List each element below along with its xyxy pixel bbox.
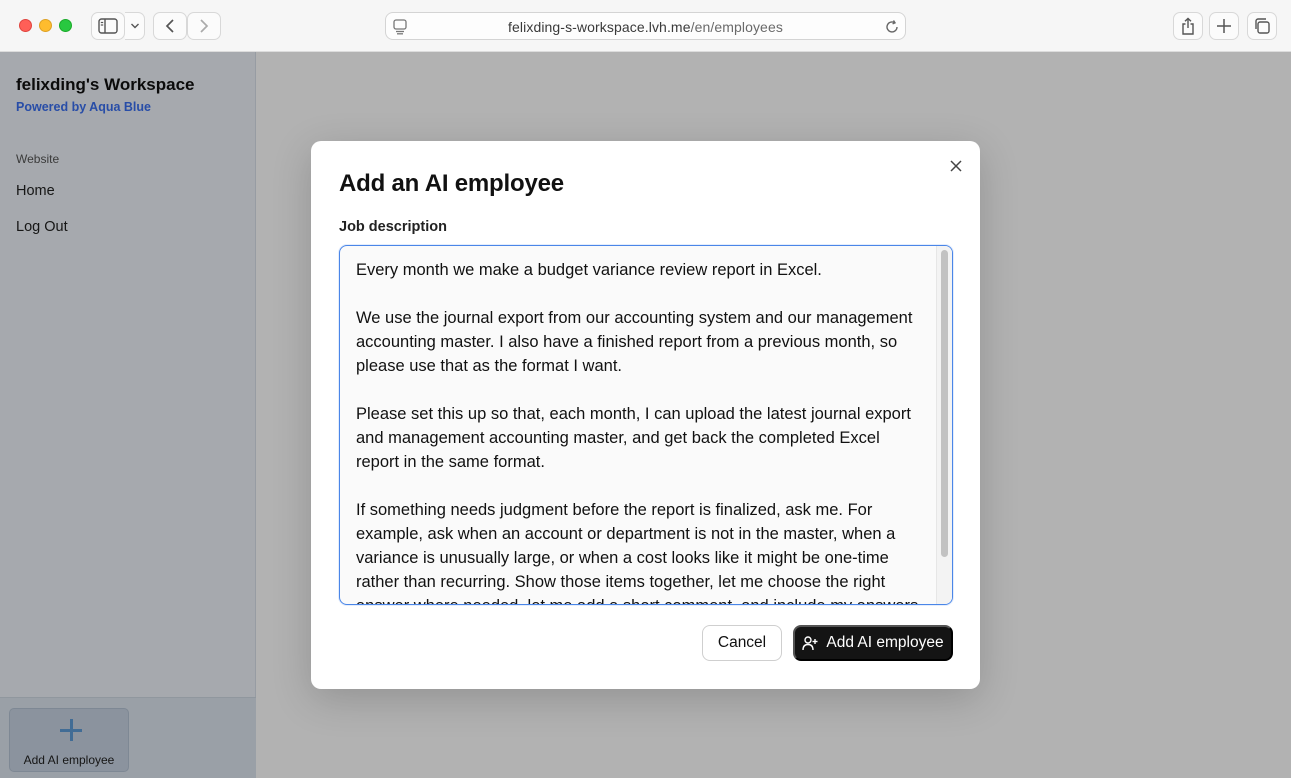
job-description-label: Job description [339,219,447,235]
close-icon [950,160,962,172]
tabs-overview-icon [1255,18,1270,34]
dialog-title: Add an AI employee [339,170,564,197]
new-tab-button[interactable] [1209,12,1239,40]
zoom-window-button[interactable] [59,19,72,32]
sidebar-toggle-button[interactable] [91,12,125,40]
close-dialog-button[interactable] [948,158,964,174]
browser-toolbar: felixding-s-workspace.lvh.me/en/employee… [0,0,1291,52]
cancel-button[interactable]: Cancel [702,625,782,661]
add-ai-employee-button[interactable]: Add AI employee [793,625,953,661]
sidebar-icon [98,18,118,34]
chevron-down-icon [130,23,139,29]
back-button[interactable] [153,12,187,40]
app-area: felixding's Workspace Powered by Aqua Bl… [0,52,1291,778]
job-description-text: Every month we make a budget variance re… [356,261,918,604]
tab-overview-button[interactable] [1247,12,1277,40]
chevron-left-icon [165,19,174,33]
url-path: /en/employees [690,19,783,35]
address-bar[interactable]: felixding-s-workspace.lvh.me/en/employee… [385,12,906,40]
share-icon [1182,17,1194,35]
add-ai-employee-dialog: Add an AI employee Job description Every… [311,141,980,689]
url-host: felixding-s-workspace.lvh.me [508,19,691,35]
close-window-button[interactable] [19,19,32,32]
textarea-scrollbar[interactable] [936,246,952,604]
user-plus-icon [802,636,818,651]
job-description-textarea[interactable]: Every month we make a budget variance re… [339,245,953,605]
tab-groups-dropdown[interactable] [125,12,145,40]
url-text: felixding-s-workspace.lvh.me/en/employee… [386,19,905,35]
plus-icon [1217,19,1231,33]
textarea-scrollbar-thumb[interactable] [941,250,948,557]
add-ai-employee-button-label: Add AI employee [826,634,944,651]
forward-button[interactable] [187,12,221,40]
minimize-window-button[interactable] [39,19,52,32]
chevron-right-icon [200,19,209,33]
reload-icon[interactable] [884,19,900,35]
share-button[interactable] [1173,12,1203,40]
